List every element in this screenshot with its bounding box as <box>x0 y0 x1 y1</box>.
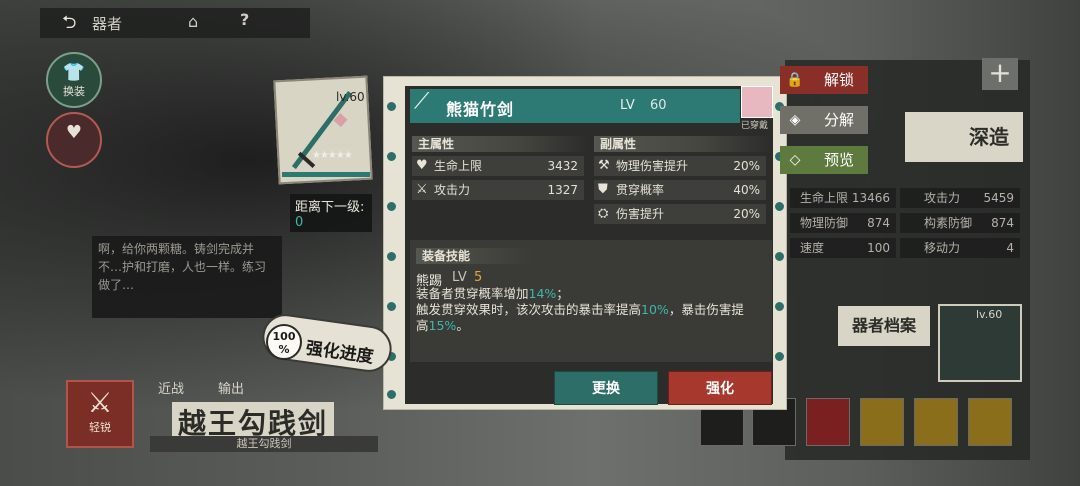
weapon-type-icon: ⟋ <box>414 89 430 114</box>
attr-value: 40% <box>733 183 760 197</box>
binder-ring <box>385 388 398 401</box>
next-level-box: 距离下一级: 0 <box>290 194 372 232</box>
sub-attr-row: ⛊ 贯穿概率 40% <box>594 180 766 200</box>
damage-icon: ⛭ <box>598 206 609 221</box>
attr-value: 3432 <box>547 159 578 173</box>
attr-value: 1327 <box>547 183 578 197</box>
sub-attr-row: ⚒ 物理伤害提升 20% <box>594 156 766 176</box>
preview-tab-button[interactable]: ◇ 预览 <box>780 146 868 174</box>
decompose-tab-button[interactable]: ◈ 分解 <box>780 106 868 134</box>
enhance-button[interactable]: 强化 <box>668 371 772 405</box>
skill-lv-value: 5 <box>474 270 483 285</box>
weapon-card-level: lv.60 <box>336 90 365 104</box>
skill-lv-label: LV <box>452 270 467 285</box>
main-attr-header: 主属性 <box>412 136 588 152</box>
unlock-tab-button[interactable]: 🔒 解锁 <box>780 66 868 94</box>
main-attr-row: ⚔ 攻击力 1327 <box>412 180 584 200</box>
weapon-lv-value: 60 <box>650 98 667 113</box>
attr-name: 贯穿概率 <box>616 183 665 197</box>
sword-up-icon: ⚒ <box>598 158 610 173</box>
change-button[interactable]: 更换 <box>554 371 658 405</box>
sub-attr-row: ⛭ 伤害提升 20% <box>594 204 766 224</box>
pierce-icon: ⛊ <box>598 182 608 197</box>
binder-ring <box>773 250 786 263</box>
binder-ring <box>385 250 398 263</box>
binder-ring <box>385 150 398 163</box>
attr-name: 生命上限 <box>434 159 483 173</box>
sub-attr-header: 副属性 <box>594 136 772 152</box>
binder-ring <box>385 100 398 113</box>
weapon-stars: ★★★★★ <box>312 150 353 161</box>
next-level-value: 0 <box>295 215 304 230</box>
binder-ring <box>385 300 398 313</box>
attr-value: 20% <box>733 207 760 221</box>
binder-ring <box>773 200 786 213</box>
decompose-icon: ◈ <box>789 112 801 128</box>
enhance-progress-percent: 100 % <box>266 324 302 360</box>
attr-name: 伤害提升 <box>616 207 665 221</box>
skill-description: 装备者贯穿概率增加14%； 触发贯穿效果时，该次攻击的暴击率提高10%，暴击伤害… <box>416 286 744 333</box>
weapon-lv-label: LV <box>620 98 635 113</box>
binder-ring <box>773 350 786 363</box>
binder-ring <box>773 300 786 313</box>
main-attr-row: ♥ 生命上限 3432 <box>412 156 584 176</box>
attr-name: 物理伤害提升 <box>616 159 689 173</box>
weapon-name: 熊猫竹剑 <box>446 100 515 119</box>
weapon-exp-bar <box>282 172 370 177</box>
equipped-label: 已穿戴 <box>741 121 769 131</box>
lock-icon: 🔒 <box>786 72 804 88</box>
next-level-label: 距离下一级: <box>295 200 365 215</box>
crossed-swords-icon: ⚔ <box>416 182 428 197</box>
attr-name: 攻击力 <box>434 183 471 197</box>
heart-icon: ♥ <box>416 158 428 173</box>
skill-header: 装备技能 <box>416 248 532 264</box>
preview-icon: ◇ <box>789 152 801 168</box>
binder-ring <box>385 200 398 213</box>
attr-value: 20% <box>733 159 760 173</box>
equipped-character-avatar <box>741 86 773 118</box>
